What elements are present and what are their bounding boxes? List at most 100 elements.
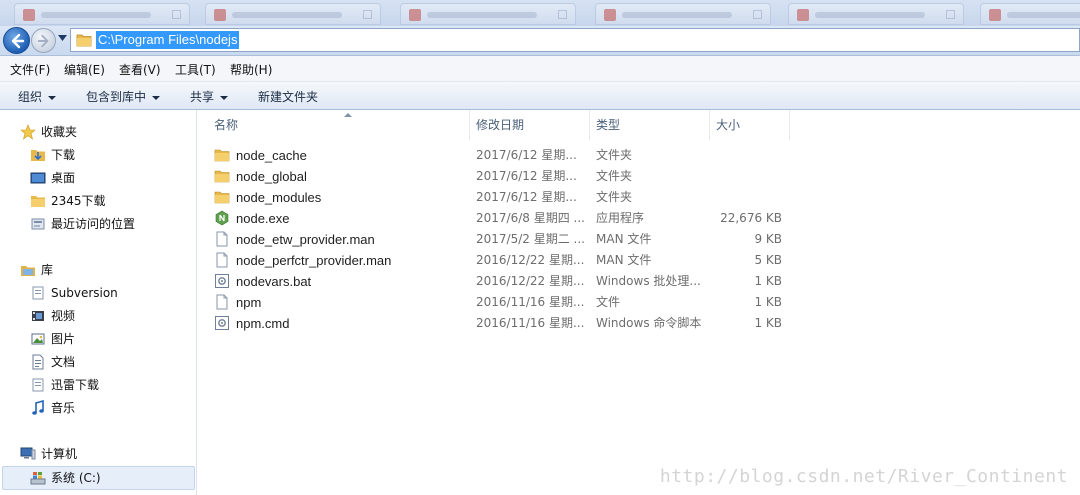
column-header-size[interactable]: 大小 bbox=[710, 110, 790, 140]
include-in-library-button[interactable]: 包含到库中 bbox=[86, 88, 161, 105]
menu-help[interactable]: 帮助(H) bbox=[230, 61, 272, 78]
file-date: 2017/5/2 星期二 ... bbox=[476, 232, 585, 246]
pictures-icon bbox=[31, 333, 45, 345]
nodejs-app-icon bbox=[215, 210, 229, 226]
blurred-tab bbox=[788, 3, 964, 25]
nav-favorites-label: 收藏夹 bbox=[41, 125, 78, 139]
blurred-tab bbox=[595, 3, 771, 25]
file-type: 文件夹 bbox=[596, 169, 633, 183]
file-size bbox=[702, 145, 782, 166]
file-row[interactable]: node.exe 2017/6/8 星期四 ... 应用程序 22,676 KB bbox=[212, 208, 812, 229]
document-library-icon bbox=[32, 286, 44, 300]
file-size: 9 KB bbox=[754, 232, 782, 246]
nav-2345-label: 2345下载 bbox=[51, 194, 106, 208]
share-label: 共享 bbox=[190, 90, 215, 104]
folder-icon bbox=[76, 34, 92, 47]
file-size: 1 KB bbox=[754, 316, 782, 330]
nav-music-label: 音乐 bbox=[51, 401, 76, 415]
blurred-tab bbox=[14, 3, 190, 25]
music-note-icon bbox=[32, 400, 44, 415]
nav-recent-label: 最近访问的位置 bbox=[51, 217, 136, 231]
address-row: C:\Program Files\nodejs bbox=[0, 26, 1080, 56]
computer-icon bbox=[20, 447, 36, 460]
recent-places-icon bbox=[31, 218, 45, 230]
file-row[interactable]: node_perfctr_provider.man 2016/12/22 星期.… bbox=[212, 250, 812, 271]
document-library-icon bbox=[32, 378, 44, 392]
background-tab-strip bbox=[0, 0, 1080, 26]
address-path[interactable]: C:\Program Files\nodejs bbox=[96, 31, 240, 49]
arrow-left-icon bbox=[11, 33, 25, 49]
file-row[interactable]: node_etw_provider.man 2017/5/2 星期二 ... M… bbox=[212, 229, 812, 250]
nav-documents-label: 文档 bbox=[51, 355, 76, 369]
windows-drive-icon bbox=[30, 472, 46, 485]
menu-edit[interactable]: 编辑(E) bbox=[64, 61, 105, 78]
organize-label: 组织 bbox=[18, 90, 43, 104]
batch-file-icon bbox=[215, 316, 229, 330]
file-name: node_modules bbox=[236, 190, 322, 205]
share-button[interactable]: 共享 bbox=[190, 88, 229, 105]
address-bar[interactable]: C:\Program Files\nodejs bbox=[70, 28, 1080, 52]
back-button[interactable] bbox=[3, 27, 30, 54]
file-name: node_global bbox=[236, 169, 307, 184]
nav-xunlei-label: 迅雷下载 bbox=[51, 378, 100, 392]
include-library-label: 包含到库中 bbox=[86, 90, 147, 104]
nav-subversion-label: Subversion bbox=[51, 286, 118, 300]
document-icon bbox=[216, 231, 228, 247]
file-date: 2016/11/16 星期... bbox=[476, 295, 585, 309]
chevron-down-icon bbox=[48, 95, 57, 100]
column-header-name[interactable]: 名称 bbox=[208, 110, 470, 140]
file-row[interactable]: node_cache 2017/6/12 星期... 文件夹 bbox=[212, 145, 812, 166]
nav-desktop-label: 桌面 bbox=[51, 171, 76, 185]
blurred-tab bbox=[400, 3, 576, 25]
nav-system-drive-label: 系统 (C:) bbox=[51, 471, 101, 485]
batch-file-icon bbox=[215, 274, 229, 288]
file-size bbox=[702, 187, 782, 208]
navigation-pane: 收藏夹 下载 桌面 2345下载 最近访问的位置 库 Subversion 视频… bbox=[0, 110, 197, 495]
menu-view[interactable]: 查看(V) bbox=[119, 61, 161, 78]
watermark-text: http://blog.csdn.net/River_Continent bbox=[659, 466, 1068, 487]
file-date: 2017/6/12 星期... bbox=[476, 148, 577, 162]
file-row[interactable]: npm.cmd 2016/11/16 星期... Windows 命令脚本 1 … bbox=[212, 313, 812, 334]
nav-libraries-label: 库 bbox=[41, 263, 54, 277]
file-date: 2016/12/22 星期... bbox=[476, 253, 585, 267]
file-type: 文件夹 bbox=[596, 190, 633, 204]
file-date: 2016/12/22 星期... bbox=[476, 274, 585, 288]
column-header-type[interactable]: 类型 bbox=[590, 110, 710, 140]
command-bar: 组织 包含到库中 共享 新建文件夹 bbox=[0, 82, 1080, 110]
star-icon bbox=[20, 124, 36, 140]
folder-icon bbox=[214, 149, 230, 162]
recent-pages-dropdown-icon[interactable] bbox=[58, 35, 67, 41]
file-name: node_cache bbox=[236, 148, 307, 163]
file-row[interactable]: node_global 2017/6/12 星期... 文件夹 bbox=[212, 166, 812, 187]
organize-button[interactable]: 组织 bbox=[18, 88, 57, 105]
new-folder-button[interactable]: 新建文件夹 bbox=[258, 88, 318, 105]
arrow-right-icon bbox=[37, 34, 49, 48]
file-row[interactable]: npm 2016/11/16 星期... 文件 1 KB bbox=[212, 292, 812, 313]
column-name-label: 名称 bbox=[214, 118, 239, 132]
file-type: 文件 bbox=[596, 295, 621, 309]
libraries-icon bbox=[21, 266, 35, 276]
nav-videos-label: 视频 bbox=[51, 309, 76, 323]
forward-button[interactable] bbox=[31, 28, 56, 53]
file-date: 2017/6/12 星期... bbox=[476, 169, 577, 183]
menu-tools[interactable]: 工具(T) bbox=[175, 61, 216, 78]
file-row[interactable]: node_modules 2017/6/12 星期... 文件夹 bbox=[212, 187, 812, 208]
file-date: 2017/6/12 星期... bbox=[476, 190, 577, 204]
document-icon bbox=[216, 252, 228, 268]
documents-icon bbox=[32, 354, 44, 370]
column-header-date[interactable]: 修改日期 bbox=[470, 110, 590, 140]
file-name: node.exe bbox=[236, 211, 290, 226]
file-row[interactable]: nodevars.bat 2016/12/22 星期... Windows 批处… bbox=[212, 271, 812, 292]
video-icon bbox=[32, 311, 44, 321]
document-icon bbox=[216, 294, 228, 310]
blurred-tab bbox=[205, 3, 381, 25]
folder-icon bbox=[214, 170, 230, 183]
folder-icon bbox=[214, 191, 230, 204]
menu-file[interactable]: 文件(F) bbox=[10, 61, 50, 78]
file-size bbox=[702, 166, 782, 187]
file-size: 1 KB bbox=[754, 274, 782, 288]
nav-downloads-label: 下载 bbox=[51, 148, 76, 162]
file-date: 2016/11/16 星期... bbox=[476, 316, 585, 330]
file-type: 应用程序 bbox=[596, 211, 645, 225]
menu-bar: 文件(F) 编辑(E) 查看(V) 工具(T) 帮助(H) bbox=[0, 56, 1080, 82]
